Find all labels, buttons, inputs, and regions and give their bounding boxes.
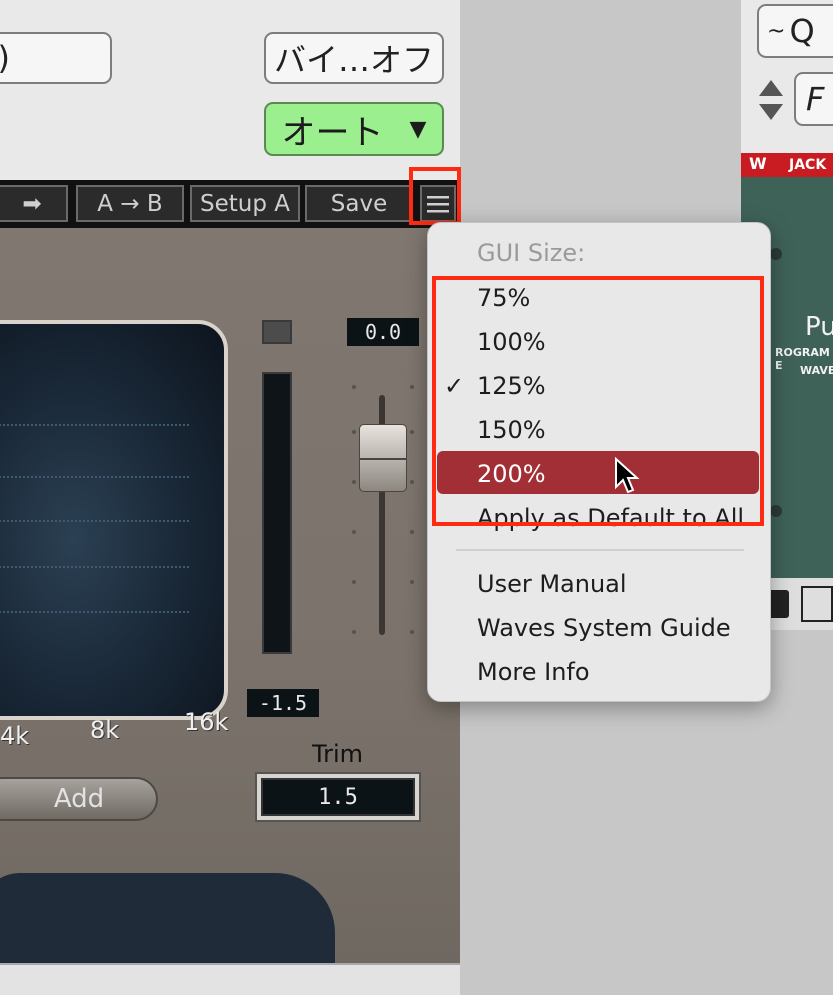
fader-tick — [410, 385, 414, 389]
mixer-icon[interactable] — [801, 586, 833, 622]
menu-item-system-guide[interactable]: Waves System Guide — [477, 614, 731, 642]
panel-bottom-shape — [0, 873, 335, 973]
fader-tick — [352, 385, 356, 389]
pu-label: Pu — [805, 312, 833, 342]
trim-label: Trim — [312, 740, 364, 768]
a-to-b-button[interactable]: A → B — [76, 185, 184, 222]
annotation-box-menu — [409, 167, 461, 225]
a-to-b-label: A → B — [97, 190, 163, 217]
chevron-down-icon: ▼ — [409, 116, 427, 142]
freq-label-8k: 8k — [90, 716, 120, 744]
setup-label: Setup A — [200, 190, 290, 217]
gain-readout: 0.0 — [347, 318, 419, 346]
f-field[interactable]: F — [794, 72, 833, 126]
fader-tick — [410, 480, 414, 484]
gridline — [0, 566, 189, 568]
gridline — [0, 476, 189, 478]
fader-tick — [410, 430, 414, 434]
fader-tick — [352, 630, 356, 634]
freq-label-16k: 16k — [184, 708, 229, 736]
trim-field[interactable]: 1.5 — [255, 772, 421, 822]
bypass-button-label: バイ…オフ — [273, 41, 434, 79]
gridline — [0, 611, 189, 613]
fader-tick — [410, 630, 414, 634]
setup-button[interactable]: Setup A — [190, 185, 300, 222]
automation-dropdown-label: オート — [281, 112, 384, 153]
wave-icon: ~ — [767, 18, 786, 44]
meter-readout: -1.5 — [247, 689, 319, 717]
bypass-button[interactable]: バイ…オフ — [264, 32, 444, 84]
automation-dropdown[interactable]: オート ▼ — [264, 102, 444, 156]
gridline — [0, 520, 189, 522]
f-label: F — [806, 80, 825, 118]
eq-display — [0, 320, 228, 720]
gridline — [0, 424, 189, 426]
annotation-box-sizes — [432, 276, 764, 526]
fader-tick — [352, 480, 356, 484]
arrow-right-icon: ➡ — [22, 190, 42, 217]
screw-icon — [770, 505, 782, 517]
waves-label: WAVE — [800, 364, 833, 377]
fader-tick — [352, 530, 356, 534]
waves-logo-icon: W — [749, 154, 767, 173]
copy-arrow-button[interactable]: ➡ — [0, 185, 68, 222]
menu-header: GUI Size: — [477, 239, 586, 267]
trim-value: 1.5 — [261, 778, 415, 816]
screw-icon — [770, 248, 782, 260]
fader-tick — [352, 580, 356, 584]
jack-label: JACK — [789, 157, 827, 173]
fader-tick — [410, 580, 414, 584]
preset-button[interactable]: ) — [0, 32, 112, 84]
jack-header: W JACK — [741, 153, 833, 177]
fader-tick — [352, 430, 356, 434]
stepper-icon[interactable] — [757, 76, 785, 124]
fader-handle[interactable] — [359, 424, 407, 492]
add-button-label: Add — [53, 784, 105, 814]
add-button[interactable]: Add — [0, 777, 158, 821]
q-button[interactable]: ~ Q — [757, 4, 833, 58]
q-label: Q — [789, 12, 815, 50]
menu-item-user-manual[interactable]: User Manual — [477, 570, 627, 598]
menu-item-more-info[interactable]: More Info — [477, 658, 590, 686]
fader-tick — [410, 530, 414, 534]
host-footer — [0, 963, 460, 995]
level-meter — [262, 372, 292, 654]
menu-separator — [456, 549, 744, 551]
save-button[interactable]: Save — [305, 185, 413, 222]
preset-button-label: ) — [0, 39, 10, 77]
save-label: Save — [330, 190, 388, 217]
clip-indicator — [262, 320, 292, 344]
freq-label-4k: 4k — [0, 722, 30, 750]
